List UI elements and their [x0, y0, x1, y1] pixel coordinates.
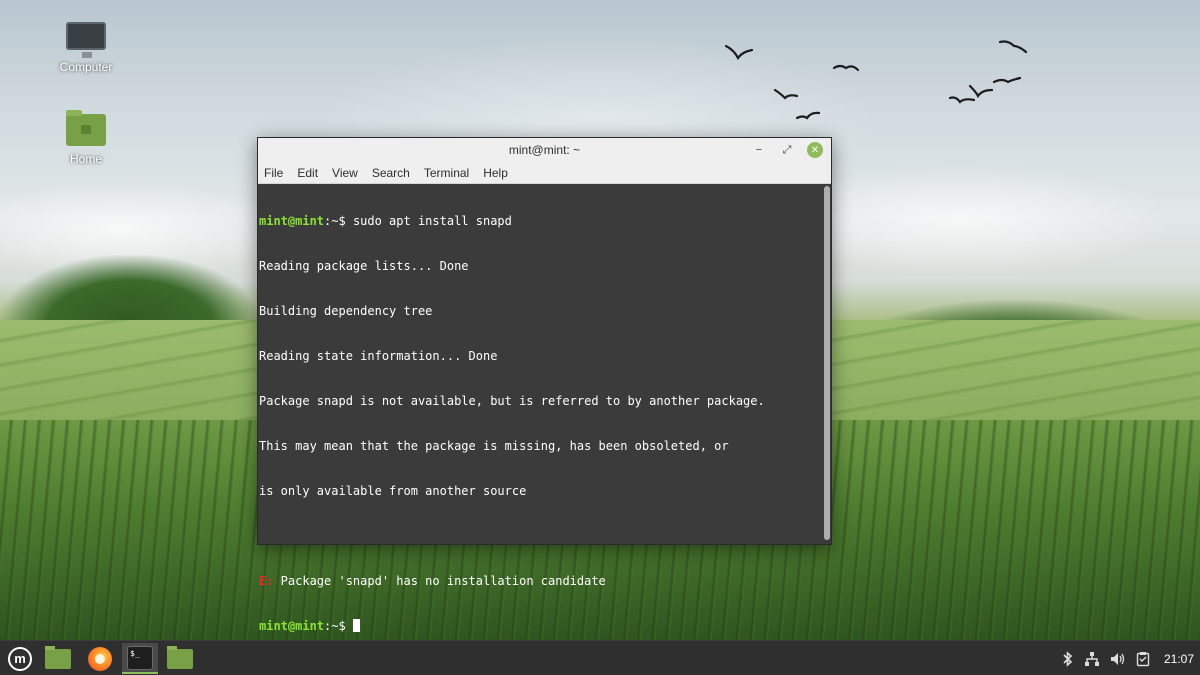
error-prefix: E:: [259, 574, 274, 588]
show-desktop-icon: [45, 645, 71, 669]
terminal-icon: $_: [127, 645, 153, 670]
terminal-line: This may mean that the package is missin…: [259, 439, 729, 453]
treeline-left: [0, 255, 260, 325]
desktop-icon-computer[interactable]: Computer: [46, 22, 126, 74]
window-controls: − ⤢ ✕: [751, 142, 823, 158]
terminal-line-command: mint@mint:~$ sudo apt install snapd: [259, 214, 823, 229]
terminal-scrollbar[interactable]: [824, 186, 830, 540]
show-desktop-button[interactable]: [40, 643, 76, 674]
firefox-launcher[interactable]: [82, 643, 118, 674]
menu-search[interactable]: Search: [372, 166, 410, 180]
error-message: Package 'snapd' has no installation cand…: [273, 574, 606, 588]
desktop-icon-home[interactable]: Home: [46, 110, 126, 166]
close-icon[interactable]: ✕: [807, 142, 823, 158]
taskbar: m $_ 21:07: [0, 640, 1200, 675]
terminal-launcher[interactable]: $_: [122, 643, 158, 674]
bluetooth-icon[interactable]: [1062, 650, 1074, 667]
terminal-line-error: E: Package 'snapd' has no installation c…: [259, 574, 823, 589]
menu-view[interactable]: View: [332, 166, 358, 180]
text-cursor: [352, 619, 360, 632]
menu-edit[interactable]: Edit: [297, 166, 318, 180]
terminal-line: Reading state information... Done: [259, 349, 498, 363]
firefox-icon: [88, 646, 112, 671]
window-titlebar[interactable]: mint@mint: ~ − ⤢ ✕: [258, 138, 831, 162]
folder-icon: [167, 645, 193, 669]
terminal-line-prompt: mint@mint:~$: [259, 619, 823, 634]
window-title: mint@mint: ~: [508, 143, 581, 157]
terminal-line: is only available from another source: [259, 484, 527, 498]
desktop-icon-label: Computer: [59, 60, 113, 74]
volume-icon[interactable]: [1110, 651, 1126, 667]
maximize-icon[interactable]: ⤢: [779, 142, 795, 158]
clipboard-icon[interactable]: [1136, 651, 1150, 667]
system-tray: 21:07: [1062, 641, 1194, 675]
linux-mint-logo-icon: m: [8, 646, 32, 671]
home-folder-icon: [66, 110, 106, 146]
prompt-suffix: :~$: [324, 619, 353, 633]
terminal-output[interactable]: mint@mint:~$ sudo apt install snapd Read…: [258, 184, 823, 633]
menu-button[interactable]: m: [2, 643, 38, 674]
menu-file[interactable]: File: [264, 166, 283, 180]
clock[interactable]: 21:07: [1164, 652, 1194, 666]
files-launcher[interactable]: [162, 643, 198, 674]
minimize-icon[interactable]: −: [751, 142, 767, 158]
terminal-line: Reading package lists... Done: [259, 259, 469, 273]
command-text: sudo apt install snapd: [352, 214, 512, 228]
network-icon[interactable]: [1084, 651, 1100, 667]
prompt-user-host: mint@mint: [259, 214, 325, 228]
prompt-suffix: :~$: [324, 214, 353, 228]
terminal-line: Package snapd is not available, but is r…: [259, 394, 765, 408]
terminal-line: Building dependency tree: [259, 304, 433, 318]
terminal-window[interactable]: mint@mint: ~ − ⤢ ✕ File Edit View Search…: [257, 137, 832, 633]
desktop-icon-label: Home: [69, 152, 102, 166]
prompt-user-host: mint@mint: [259, 619, 325, 633]
computer-icon: [66, 22, 106, 58]
menubar: File Edit View Search Terminal Help: [258, 162, 831, 184]
menu-help[interactable]: Help: [483, 166, 508, 180]
menu-terminal[interactable]: Terminal: [424, 166, 469, 180]
